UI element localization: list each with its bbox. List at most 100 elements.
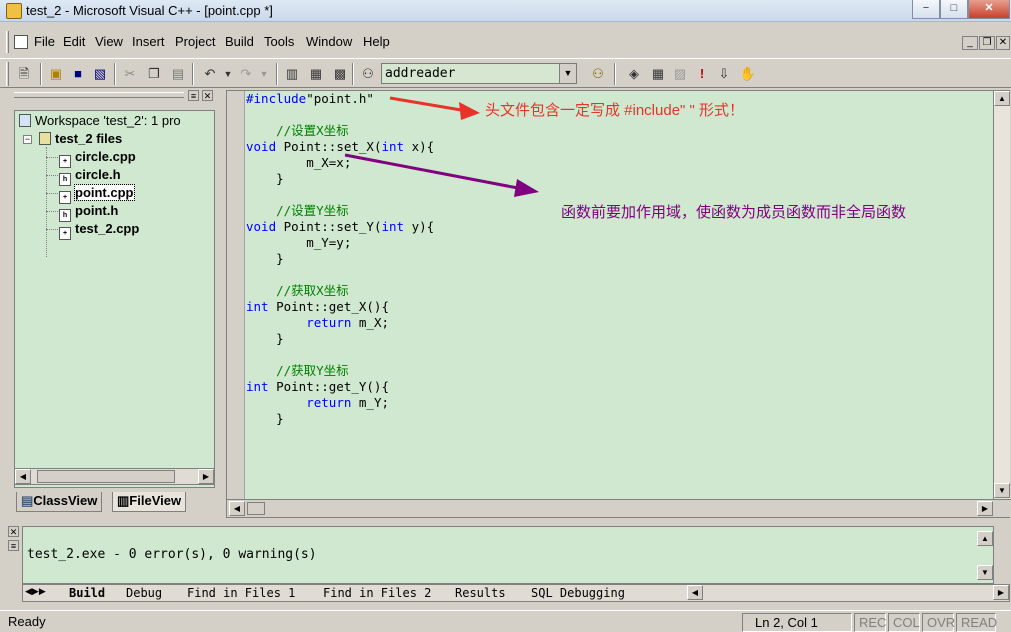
toolbar-separator: [614, 63, 616, 85]
tree-file-circle-cpp[interactable]: + circle.cpp: [59, 149, 136, 168]
purple-arrow-line: [344, 153, 524, 191]
workspace-hscrollbar[interactable]: ◀ ▶: [14, 468, 215, 485]
find-icon[interactable]: ⚇: [588, 64, 608, 84]
tab-find-in-files-1[interactable]: Find in Files 1: [187, 586, 295, 600]
output-text-area[interactable]: test_2.exe - 0 error(s), 0 warning(s) ▲ …: [22, 526, 994, 584]
mdi-minimize-icon[interactable]: _: [962, 36, 978, 50]
toolbar-separator: [192, 63, 194, 85]
redo-icon[interactable]: ↷: [236, 64, 256, 84]
toolbar: 🗎 ▣ ■ ▧ ✂ ❐ ▤ ↶ ▼ ↷ ▼ ▥ ▦ ▩ ⚇ addreader …: [0, 58, 1011, 88]
tree-line: [46, 157, 58, 158]
output-close-icon[interactable]: ✕: [8, 526, 19, 537]
cut-icon[interactable]: ✂: [120, 64, 140, 84]
tree-line: [46, 193, 58, 194]
document-icon[interactable]: [14, 35, 28, 49]
build-icon[interactable]: ▦: [648, 64, 668, 84]
menu-help[interactable]: Help: [363, 34, 390, 49]
tree-file-circle-h[interactable]: h circle.h: [59, 167, 121, 186]
tab-fileview[interactable]: ▥FileView: [112, 492, 187, 512]
toolbar-separator: [352, 63, 354, 85]
tab-debug[interactable]: Debug: [126, 586, 162, 600]
tree-workspace-root[interactable]: Workspace 'test_2': 1 pro: [19, 113, 181, 128]
tree-line: [46, 229, 58, 230]
undo-dropdown-icon[interactable]: ▼: [218, 64, 238, 84]
status-read: READ: [956, 613, 997, 632]
chevron-down-icon[interactable]: ▼: [559, 64, 576, 83]
menubar-grip[interactable]: [6, 31, 9, 53]
save-icon[interactable]: ■: [68, 64, 88, 84]
breakpoint-hand-icon[interactable]: ✋: [738, 64, 758, 84]
new-file-icon[interactable]: 🗎: [14, 64, 34, 84]
menu-insert[interactable]: Insert: [132, 34, 165, 49]
output-window-icon[interactable]: ▦: [306, 64, 326, 84]
status-col: COL: [888, 613, 920, 632]
close-button[interactable]: ✕: [968, 0, 1010, 19]
undo-icon[interactable]: ↶: [200, 64, 220, 84]
fileview-icon: ▥: [117, 493, 130, 508]
scroll-down-icon[interactable]: ▼: [977, 565, 993, 580]
menu-build[interactable]: Build: [225, 34, 254, 49]
workspace-panel: ≡ ✕ Workspace 'test_2': 1 pro − test_2 f…: [6, 90, 217, 518]
output-float-icon[interactable]: ≡: [8, 540, 19, 551]
workspace-window-icon[interactable]: ▥: [282, 64, 302, 84]
tree-project[interactable]: test_2 files: [39, 131, 122, 146]
collapse-icon[interactable]: −: [23, 135, 32, 144]
panel-close-icon[interactable]: ✕: [202, 90, 213, 101]
go-icon[interactable]: ⇩: [714, 64, 734, 84]
code-editor[interactable]: #include"point.h" //设置X坐标 void Point::set…: [226, 90, 1011, 518]
menu-view[interactable]: View: [95, 34, 123, 49]
tab-build[interactable]: Build: [69, 586, 105, 600]
window-list-icon[interactable]: ▩: [330, 64, 350, 84]
tab-results[interactable]: Results: [455, 586, 506, 600]
window-title: test_2 - Microsoft Visual C++ - [point.c…: [26, 3, 273, 18]
panel-grip[interactable]: [14, 92, 184, 98]
mdi-restore-icon[interactable]: ❐: [979, 36, 995, 50]
tab-classview[interactable]: ▤ClassView: [16, 492, 103, 512]
tab-classview-label: ClassView: [33, 493, 98, 508]
scroll-left-icon[interactable]: ◀: [687, 585, 703, 600]
find-in-files-icon[interactable]: ⚇: [358, 64, 378, 84]
stop-build-icon[interactable]: ▨: [670, 64, 690, 84]
open-folder-icon[interactable]: ▣: [46, 64, 66, 84]
find-combo[interactable]: addreader ▼: [381, 63, 577, 84]
find-combo-value: addreader: [385, 66, 456, 81]
tab-find-in-files-2[interactable]: Find in Files 2: [323, 586, 431, 600]
tree-line: [46, 147, 47, 257]
maximize-button[interactable]: □: [940, 0, 968, 19]
scroll-up-icon[interactable]: ▲: [977, 531, 993, 546]
menu-window[interactable]: Window: [306, 34, 352, 49]
scroll-left-icon[interactable]: ◀: [15, 469, 31, 484]
menu-edit[interactable]: Edit: [63, 34, 85, 49]
menu-project[interactable]: Project: [175, 34, 215, 49]
workspace-icon: [19, 114, 31, 127]
compile-icon[interactable]: ◈: [624, 64, 644, 84]
tree-file-test2-cpp[interactable]: + test_2.cpp: [59, 221, 139, 240]
scroll-thumb[interactable]: [37, 470, 175, 483]
tab-sql-debugging[interactable]: SQL Debugging: [531, 586, 625, 600]
toolbar-separator: [114, 63, 116, 85]
tab-scroll-icons[interactable]: ◀▶▶: [25, 586, 46, 597]
scroll-thumb[interactable]: [247, 502, 265, 515]
tree-file-point-cpp[interactable]: + point.cpp: [59, 184, 135, 204]
minimize-button[interactable]: −: [912, 0, 940, 19]
execute-icon[interactable]: !: [692, 64, 712, 84]
redo-dropdown-icon[interactable]: ▼: [254, 64, 274, 84]
scroll-left-icon[interactable]: ◀: [229, 501, 245, 516]
tree-file-point-h[interactable]: h point.h: [59, 203, 118, 222]
panel-float-icon[interactable]: ≡: [188, 90, 199, 101]
title-bar: test_2 - Microsoft Visual C++ - [point.c…: [0, 0, 1011, 22]
save-all-icon[interactable]: ▧: [90, 64, 110, 84]
tree-file-label: point.h: [75, 203, 119, 218]
mdi-close-icon[interactable]: ✕: [996, 36, 1010, 50]
paste-icon[interactable]: ▤: [168, 64, 188, 84]
scroll-right-icon[interactable]: ▶: [977, 501, 993, 516]
scroll-right-icon[interactable]: ▶: [198, 469, 214, 484]
editor-hscrollbar[interactable]: ◀ ▶: [227, 499, 1011, 517]
status-position: Ln 2, Col 1: [742, 613, 852, 632]
menu-tools[interactable]: Tools: [264, 34, 294, 49]
toolbar-grip[interactable]: [6, 62, 9, 86]
copy-icon[interactable]: ❐: [144, 64, 164, 84]
scroll-right-icon[interactable]: ▶: [993, 585, 1009, 600]
menu-file[interactable]: File: [34, 34, 55, 49]
annotation-scope: 函数前要加作用域，使函数为成员函数而非全局函数: [561, 204, 907, 221]
